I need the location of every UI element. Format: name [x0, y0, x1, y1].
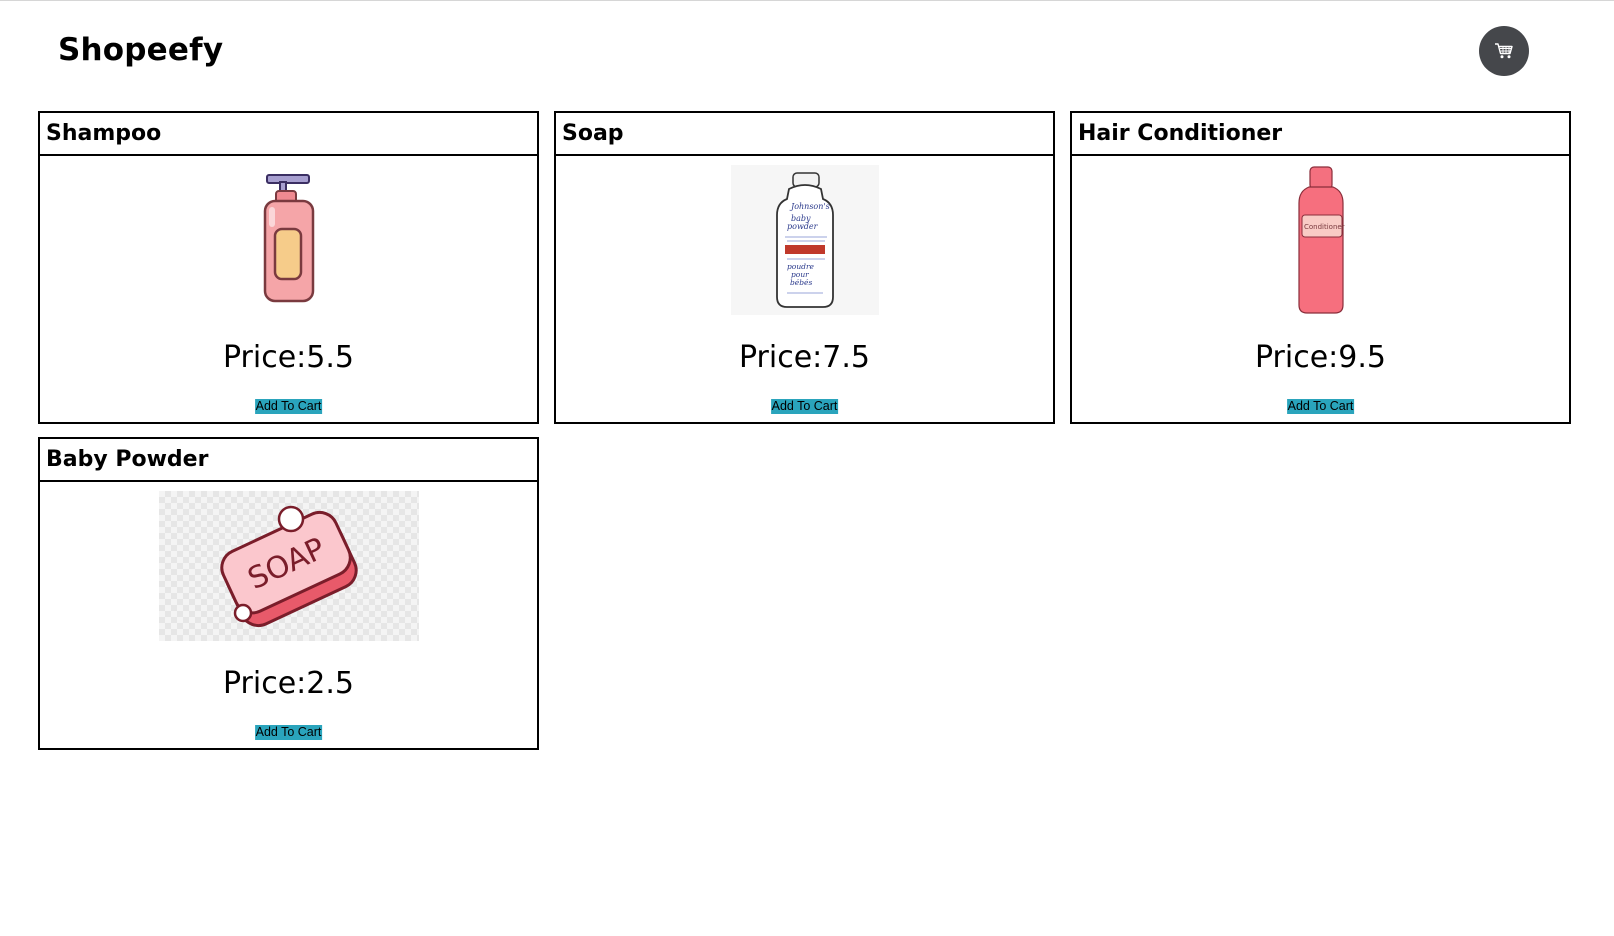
- product-price: Price:9.5: [1254, 340, 1386, 375]
- product-price: Price:2.5: [222, 666, 354, 701]
- top-divider: [0, 0, 1614, 1]
- product-name: Soap: [556, 113, 1053, 156]
- shampoo-bottle-image: [216, 165, 362, 311]
- bottle-brand-text: Johnson's: [789, 202, 830, 211]
- product-card-shampoo: Shampoo Price:5.5 Add To Cart: [38, 111, 539, 424]
- product-name: Hair Conditioner: [1072, 113, 1569, 156]
- soap-bar-image: SOAP: [158, 491, 419, 641]
- bottle-label-text: Conditioner: [1304, 223, 1345, 231]
- product-price: Price:5.5: [222, 340, 354, 375]
- product-card-soap: Soap Johnson's baby powder poudre pour b…: [554, 111, 1055, 424]
- product-name: Shampoo: [40, 113, 537, 156]
- conditioner-bottle-image: Conditioner: [1281, 165, 1361, 315]
- product-card-hair-conditioner: Hair Conditioner Conditioner Price:9.5 A…: [1070, 111, 1571, 424]
- add-to-cart-button[interactable]: Add To Cart: [254, 399, 323, 414]
- brand-title: Shopeefy: [58, 32, 224, 68]
- cart-button[interactable]: [1479, 26, 1529, 76]
- product-card-baby-powder: Baby Powder SOAP Price:2.5 Add To Cart: [38, 437, 539, 750]
- product-name: Baby Powder: [40, 439, 537, 482]
- add-to-cart-button[interactable]: Add To Cart: [770, 399, 839, 414]
- bottle-text-powder: powder: [787, 222, 819, 231]
- baby-powder-bottle-image: Johnson's baby powder poudre pour bébés: [730, 165, 879, 315]
- shopping-cart-icon: [1495, 43, 1513, 59]
- product-price: Price:7.5: [738, 340, 870, 375]
- bottle-text-bebes: bébés: [790, 278, 812, 287]
- add-to-cart-button[interactable]: Add To Cart: [254, 725, 323, 740]
- add-to-cart-button[interactable]: Add To Cart: [1286, 399, 1355, 414]
